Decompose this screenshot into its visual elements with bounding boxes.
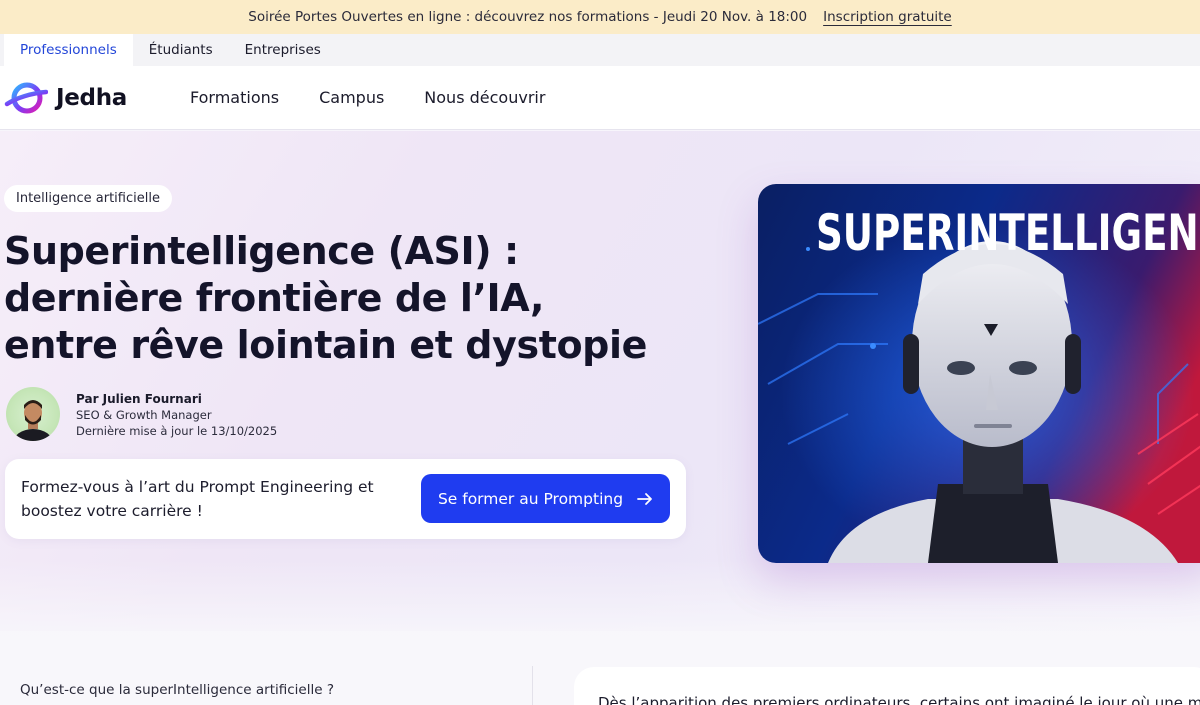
audience-tabs: Professionnels Étudiants Entreprises [0, 34, 1200, 66]
hero-image: SUPERINTELLIGENC [758, 184, 1200, 563]
jedha-logo-icon [4, 82, 48, 113]
title-line-3: entre rêve lointain et dystopie [4, 323, 647, 367]
nav-campus[interactable]: Campus [319, 88, 384, 107]
cta-button-label: Se former au Prompting [437, 489, 624, 508]
announcement-text: Soirée Portes Ouvertes en ligne : découv… [248, 9, 808, 25]
page-title: Superintelligence (ASI) : dernière front… [4, 228, 664, 369]
author-role: SEO & Growth Manager [76, 408, 212, 422]
image-caption: SUPERINTELLIGENC [816, 204, 1200, 262]
author-block: Par Julien Fournari SEO & Growth Manager… [6, 387, 277, 441]
cta-text: Formez-vous à l’art du Prompt Engineerin… [21, 478, 374, 520]
prompting-cta-button[interactable]: Se former au Prompting [421, 474, 670, 523]
article-card: Dès l’apparition des premiers ordinateur… [574, 667, 1200, 705]
cta-card: Formez-vous à l’art du Prompt Engineerin… [5, 459, 686, 539]
brand-name: Jedha [56, 84, 128, 111]
author-avatar [6, 387, 60, 441]
tab-professionnels[interactable]: Professionnels [4, 34, 133, 66]
content-divider [532, 666, 533, 705]
tab-etudiants[interactable]: Étudiants [133, 34, 229, 66]
author-portrait-icon [13, 400, 53, 441]
announcement-bar: Soirée Portes Ouvertes en ligne : découv… [0, 0, 1200, 34]
brand-logo[interactable]: Jedha [4, 78, 190, 118]
author-name: Par Julien Fournari [76, 392, 202, 406]
toc-item[interactable]: Qu’est-ce que la superIntelligence artif… [20, 682, 334, 698]
last-updated: Dernière mise à jour le 13/10/2025 [76, 424, 278, 438]
article-lead: Dès l’apparition des premiers ordinateur… [598, 694, 1200, 705]
nav-nous-decouvrir[interactable]: Nous découvrir [424, 88, 545, 107]
main-nav: Jedha Formations Campus Nous découvrir [0, 66, 1200, 130]
arrow-right-icon [637, 492, 652, 505]
robot-illustration: SUPERINTELLIGENC [758, 184, 1200, 563]
tab-entreprises[interactable]: Entreprises [229, 34, 337, 66]
title-line-1: Superintelligence (ASI) : [4, 229, 519, 273]
category-tag[interactable]: Intelligence artificielle [4, 185, 172, 212]
title-line-2: dernière frontière de l’IA, [4, 276, 544, 320]
announcement-signup-link[interactable]: Inscription gratuite [823, 9, 952, 25]
nav-formations[interactable]: Formations [190, 88, 279, 107]
